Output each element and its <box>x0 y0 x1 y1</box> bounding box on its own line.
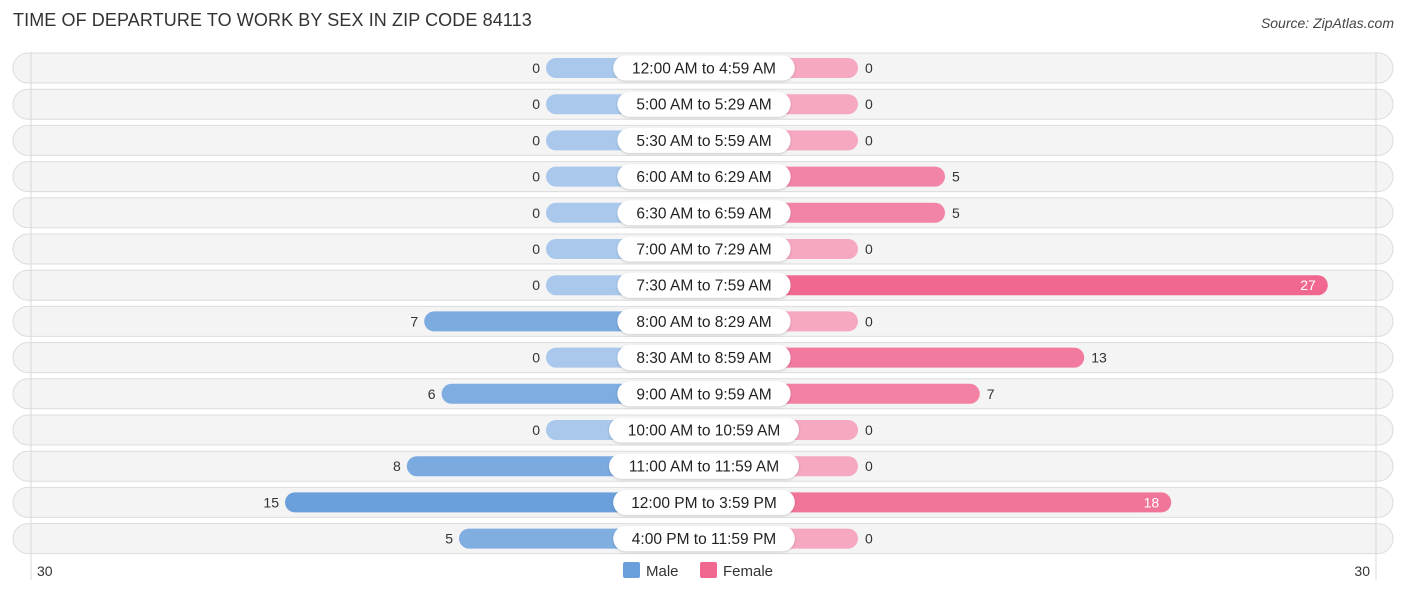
category-label: 12:00 PM to 3:59 PM <box>631 495 777 512</box>
category-label: 8:00 AM to 8:29 AM <box>636 314 771 331</box>
bar-row: 7:00 AM to 7:29 AM 0 0 <box>12 233 1394 265</box>
female-value-label: 0 <box>865 422 873 438</box>
category-label: 10:00 AM to 10:59 AM <box>628 423 781 440</box>
female-value-label: 0 <box>865 241 873 257</box>
bar-row: 8:00 AM to 8:29 AM 7 0 <box>12 305 1394 337</box>
legend-male-swatch <box>623 562 640 578</box>
bar-row: 12:00 AM to 4:59 AM 0 0 <box>12 52 1394 84</box>
legend-female-swatch <box>700 562 717 578</box>
male-value-label: 7 <box>410 313 418 329</box>
male-value-label: 0 <box>532 422 540 438</box>
category-label: 12:00 AM to 4:59 AM <box>632 61 776 78</box>
category-label: 6:00 AM to 6:29 AM <box>636 169 771 186</box>
male-value-label: 15 <box>263 494 279 510</box>
axis-right-label: 30 <box>1354 563 1370 579</box>
female-value-label: 13 <box>1091 350 1107 366</box>
bar-row: 9:00 AM to 9:59 AM 6 7 <box>12 378 1394 410</box>
category-label: 11:00 AM to 11:59 AM <box>629 459 779 476</box>
bar-row: 7:30 AM to 7:59 AM 0 27 <box>12 269 1394 301</box>
female-bar <box>702 275 1328 296</box>
category-label: 9:00 AM to 9:59 AM <box>636 386 771 403</box>
male-value-label: 0 <box>532 350 540 366</box>
male-value-label: 0 <box>532 96 540 112</box>
male-value-label: 0 <box>532 241 540 257</box>
bar-row: 5:30 AM to 5:59 AM 0 0 <box>12 124 1394 156</box>
female-value-label: 0 <box>865 96 873 112</box>
female-value-label: 0 <box>865 458 873 474</box>
male-value-label: 0 <box>532 205 540 221</box>
female-value-label: 18 <box>1144 494 1160 510</box>
female-value-label: 5 <box>952 205 960 221</box>
bar-row: 4:00 PM to 11:59 PM 5 0 <box>12 523 1394 555</box>
category-label: 6:30 AM to 6:59 AM <box>636 205 771 222</box>
category-label: 4:00 PM to 11:59 PM <box>632 531 776 548</box>
male-value-label: 0 <box>532 169 540 185</box>
female-value-label: 0 <box>865 531 873 547</box>
male-value-label: 0 <box>532 132 540 148</box>
bar-row: 12:00 PM to 3:59 PM 15 18 <box>12 486 1394 518</box>
bar-row: 8:30 AM to 8:59 AM 0 13 <box>12 342 1394 374</box>
female-value-label: 0 <box>865 60 873 76</box>
female-value-label: 7 <box>987 386 995 402</box>
chart: 12:00 AM to 4:59 AM 0 0 5:00 AM to 5:29 AM 0… <box>12 52 1394 580</box>
male-value-label: 6 <box>428 386 436 402</box>
category-label: 5:00 AM to 5:29 AM <box>636 97 771 114</box>
bar-row: 10:00 AM to 10:59 AM 0 0 <box>12 414 1394 446</box>
bar-row: 6:30 AM to 6:59 AM 0 5 <box>12 197 1394 229</box>
male-value-label: 5 <box>445 531 453 547</box>
legend: Male Female <box>623 562 773 580</box>
legend-male-label: Male <box>646 563 679 580</box>
female-value-label: 0 <box>865 313 873 329</box>
bar-row: 11:00 AM to 11:59 AM 8 0 <box>12 450 1394 482</box>
male-value-label: 8 <box>393 458 401 474</box>
category-label: 7:00 AM to 7:29 AM <box>636 242 771 259</box>
female-value-label: 5 <box>952 169 960 185</box>
axis-left-label: 30 <box>37 563 53 579</box>
female-value-label: 0 <box>865 132 873 148</box>
legend-female-label: Female <box>723 563 773 580</box>
category-label: 8:30 AM to 8:59 AM <box>636 350 771 367</box>
male-value-label: 0 <box>532 277 540 293</box>
male-value-label: 0 <box>532 60 540 76</box>
bar-row: 6:00 AM to 6:29 AM 0 5 <box>12 161 1394 193</box>
category-label: 7:30 AM to 7:59 AM <box>636 278 771 295</box>
bar-row: 5:00 AM to 5:29 AM 0 0 <box>12 88 1394 120</box>
female-value-label: 27 <box>1300 277 1316 293</box>
category-label: 5:30 AM to 5:59 AM <box>636 133 771 150</box>
